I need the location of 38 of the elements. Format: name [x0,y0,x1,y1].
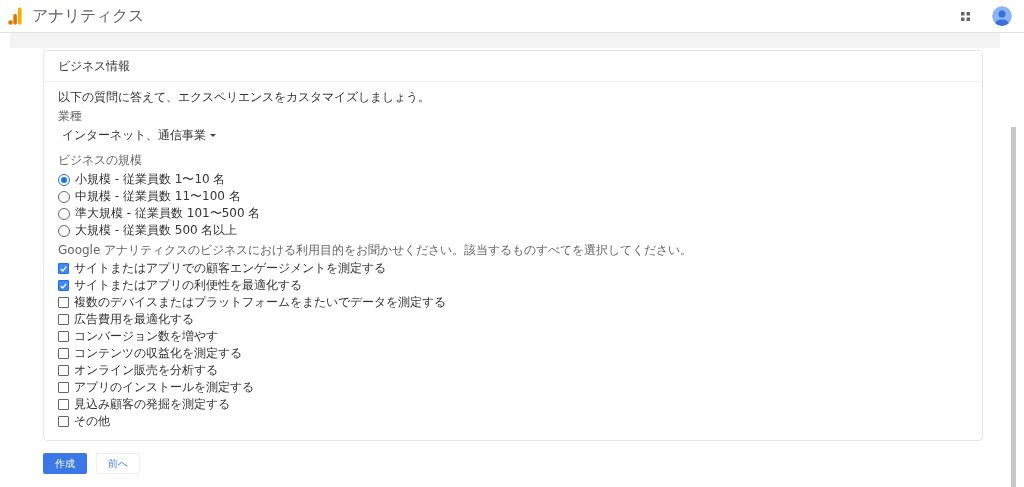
checkbox-label: コンテンツの収益化を測定する [74,345,242,362]
radio-label: 小規模 - 従業員数 1〜10 名 [75,171,226,188]
create-button[interactable]: 作成 [43,453,87,474]
checkbox-label: サイトまたはアプリでの顧客エンゲージメントを測定する [74,260,386,277]
radio-label: 中規模 - 従業員数 11〜100 名 [75,188,241,205]
apps-grid-icon[interactable] [961,11,970,21]
checkbox[interactable] [58,416,69,427]
checkbox-label: 複数のデバイスまたはプラットフォームをまたいでデータを測定する [74,294,446,311]
scrollbar[interactable] [1011,127,1016,487]
radio-label: 準大規模 - 従業員数 101〜500 名 [75,205,261,222]
checkbox[interactable] [58,399,69,410]
checkbox[interactable] [58,331,69,342]
checkbox-label: 広告費用を最適化する [74,311,194,328]
checkbox-label: サイトまたはアプリの利便性を最適化する [74,277,302,294]
checkbox[interactable] [58,382,69,393]
field-label: Google アナリティクスのビジネスにおける利用目的をお聞かせください。該当するものすべてを選択してください。 [58,243,694,257]
industry-dropdown[interactable]: インターネット、通信事業 [58,124,220,147]
field-label: 業種 [58,109,83,123]
app-title: アナリティクス [32,5,144,27]
checkbox[interactable] [58,365,69,376]
intro-text: 以下の質問に答えて、エクスペリエンスをカスタマイズしましょう。 [58,90,431,104]
logo-icon [8,7,22,25]
field-label: ビジネスの規模 [58,153,143,167]
checkbox[interactable] [58,297,69,308]
checkbox-label: 見込み顧客の発掘を測定する [74,396,230,413]
checkbox-label: コンバージョン数を増やす [74,328,218,345]
checkbox-label: その他 [74,413,110,430]
avatar-icon[interactable] [992,6,1012,26]
radio-label: 大規模 - 従業員数 500 名以上 [75,222,238,239]
checkbox[interactable] [58,348,69,359]
card-title: ビジネス情報 [58,57,130,75]
checkbox[interactable] [58,263,69,274]
checkbox[interactable] [58,280,69,291]
back-button[interactable]: 前へ [96,453,140,474]
checkbox[interactable] [58,314,69,325]
checkbox-label: オンライン販売を分析する [74,362,218,379]
checkbox-label: アプリのインストールを測定する [74,379,254,396]
caret-icon [210,134,216,137]
